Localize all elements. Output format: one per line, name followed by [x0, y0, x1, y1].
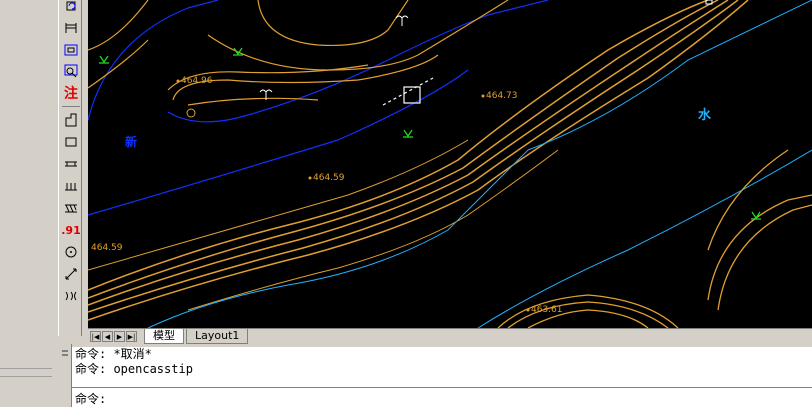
layout-tab-bar: |◀ ◀ ▶ ▶| 模型 Layout1	[88, 328, 812, 344]
command-history-line: 命令: *取消*	[75, 347, 152, 361]
left-panel	[0, 0, 58, 407]
feature-symbols	[259, 0, 713, 100]
panel-divider	[0, 376, 52, 377]
annotate-button[interactable]: 注	[61, 83, 81, 103]
command-grip[interactable]	[58, 344, 72, 407]
survey-point	[186, 108, 196, 118]
elevation-point-button[interactable]: .91	[61, 220, 81, 240]
elevation-label: 464.59	[91, 243, 123, 253]
drawing-canvas[interactable]: 464.96 464.73 464.59 464.59 463.61 水 新	[88, 0, 812, 328]
tab-model[interactable]: 模型	[144, 329, 184, 344]
command-history: 命令: *取消* 命令: opencasstip	[72, 347, 812, 387]
river-bank	[477, 149, 812, 328]
elevation-dot	[526, 308, 530, 312]
fence-icon[interactable]	[61, 176, 81, 196]
curve-icon[interactable]	[61, 286, 81, 306]
dimension-icon[interactable]	[61, 264, 81, 284]
polyline-icon[interactable]	[61, 110, 81, 130]
rectangle-icon[interactable]	[61, 132, 81, 152]
slope-icon[interactable]	[61, 198, 81, 218]
parallel-lines-icon[interactable]	[61, 154, 81, 174]
window-select-icon[interactable]	[61, 40, 81, 60]
next-tab-icon[interactable]: ▶	[114, 331, 125, 342]
command-prompt: 命令:	[75, 392, 107, 406]
contour-group-upper	[88, 0, 509, 106]
panel-divider	[0, 368, 52, 369]
elevation-label: 463.61	[531, 305, 563, 315]
control-point-icon[interactable]	[61, 242, 81, 262]
last-tab-icon[interactable]: ▶|	[126, 331, 137, 342]
elevation-dot	[308, 176, 312, 180]
water-symbol: 水	[698, 108, 712, 123]
command-window: 命令: *取消* 命令: opencasstip 命令:	[58, 344, 812, 407]
tab-layout1[interactable]: Layout1	[186, 329, 249, 344]
toolbar-separator	[62, 106, 80, 107]
boundary-line	[88, 0, 219, 121]
boundary-line	[167, 0, 549, 123]
command-history-line: 命令: opencasstip	[75, 362, 193, 376]
vertical-toolbar: 注 .91	[58, 0, 82, 336]
first-tab-icon[interactable]: |◀	[90, 331, 101, 342]
zoom-window-icon[interactable]	[61, 61, 81, 81]
elevation-label: 464.73	[486, 91, 518, 101]
command-input[interactable]: 命令:	[72, 387, 812, 407]
elevation-label: 464.96	[181, 76, 213, 86]
selected-segment	[382, 77, 434, 106]
contour-group-main	[88, 0, 749, 321]
elevation-label: 464.59	[313, 173, 345, 183]
cad-window: 注 .91 464.96 464.73 464.59 464.59 463.61…	[0, 0, 812, 407]
rotate-icon[interactable]	[61, 0, 81, 16]
elevation-dot	[176, 79, 180, 83]
grid-line-icon[interactable]	[61, 18, 81, 38]
topographic-map	[88, 0, 812, 328]
new-symbol: 新	[125, 135, 138, 149]
contour-group-lower	[88, 139, 559, 311]
elevation-dot	[481, 94, 485, 98]
contour-group-bottom-right	[497, 149, 812, 328]
prev-tab-icon[interactable]: ◀	[102, 331, 113, 342]
boundary-line	[88, 69, 469, 216]
